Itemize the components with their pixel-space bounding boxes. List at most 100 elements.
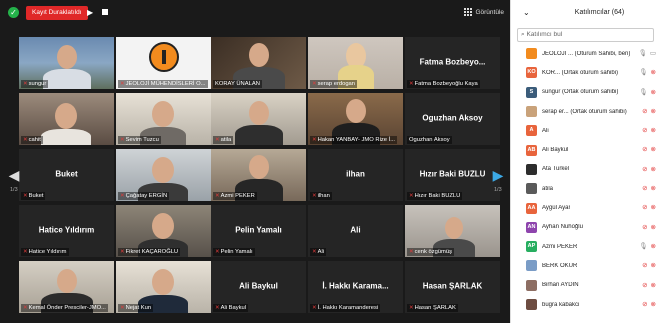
- participant-row[interactable]: A Ali ⊘ ⊗: [511, 121, 660, 140]
- view-button[interactable]: Görüntüle: [464, 8, 504, 16]
- video-tile[interactable]: ✕cahit: [19, 93, 114, 145]
- video-tile[interactable]: Ali ✕Ali: [308, 205, 403, 257]
- mic-muted-icon: ✕: [409, 193, 414, 199]
- tile-label: KORAY ÜNALAN: [213, 80, 262, 88]
- mic-muted-icon: ⊘: [642, 146, 648, 154]
- participant-row[interactable]: BERK OKUR ⊘ ⊗: [511, 256, 660, 275]
- video-tile[interactable]: ✕cenk özgümüş: [405, 205, 500, 257]
- mic-muted-icon: ✕: [120, 137, 125, 143]
- stop-recording-icon[interactable]: [102, 9, 108, 15]
- video-tile[interactable]: Hatice Yıldırım ✕Hatice Yıldırım: [19, 205, 114, 257]
- video-tile[interactable]: ✕sungur: [19, 37, 114, 89]
- participant-status-icons: ⊘ ⊗: [642, 145, 656, 153]
- avatar: [526, 299, 537, 310]
- search-icon: ⌕: [521, 31, 525, 38]
- recording-status-button[interactable]: Kayıt Duraklatıldı: [26, 6, 88, 20]
- video-tile[interactable]: Hızır Baki BUZLU ✕Hızır Baki BUZLU: [405, 149, 500, 201]
- video-tile[interactable]: Oguzhan Aksoy Oguzhan Aksoy: [405, 93, 500, 145]
- avatar: [526, 106, 537, 118]
- resume-recording-icon[interactable]: ▶: [87, 8, 93, 18]
- mic-muted-icon: ✕: [120, 249, 125, 255]
- participant-search-input[interactable]: ⌕ Katılımcı bul: [517, 28, 654, 42]
- mic-muted-icon: ✕: [120, 81, 125, 87]
- avatar: [526, 260, 537, 272]
- participant-name: İ. Hakkı Karama...: [322, 281, 389, 291]
- participant-row[interactable]: Ssungur (Ortak oturum sahibi) 🎙 ⊗: [511, 83, 660, 102]
- video-tile[interactable]: Ali Baykul ✕Ali Baykul: [211, 261, 306, 313]
- video-tile[interactable]: ✕Kemal Önder Presciler-JMO...: [19, 261, 114, 313]
- participant-name: Pelin Yamalı: [235, 225, 282, 235]
- next-page-arrow-icon[interactable]: ▶: [491, 165, 505, 185]
- mic-muted-icon: ✕: [215, 137, 220, 143]
- participant-row[interactable]: bugra kabakci ⊘ ⊗: [511, 295, 660, 314]
- avatar: S: [526, 86, 537, 98]
- mic-muted-icon: ⊘: [642, 165, 648, 173]
- tile-label: ✕Sevim Tuzcu: [118, 136, 161, 144]
- participant-row[interactable]: serap er... (Ortak oturum sahibi) ⊘ ⊗: [511, 102, 660, 121]
- camera-icon: ▭: [649, 50, 656, 57]
- tile-label: ✕Azmi PEKER: [213, 192, 257, 200]
- participant-name: JEOLOJİ ... (Oturum Sahibi, ben): [542, 50, 631, 57]
- video-tile[interactable]: ✕Çağatay ERGİN: [116, 149, 211, 201]
- video-tile[interactable]: ✕JEOLOJİ MÜHENDİSLERİ O...: [116, 37, 211, 89]
- participant-row[interactable]: AN Ayhan Nuhoğlu ⊘ ⊗: [511, 218, 660, 237]
- mic-muted-icon: ✕: [312, 249, 317, 255]
- page-indicator-left: 1/3: [10, 187, 18, 193]
- participant-status-icons: ⊘ ⊗: [642, 126, 656, 134]
- mic-muted-icon: ✕: [312, 137, 317, 143]
- camera-off-icon: ⊗: [650, 223, 656, 231]
- video-tile[interactable]: ✕Sevim Tuzcu: [116, 93, 211, 145]
- participant-status-icons: ⊘ ⊗: [642, 165, 656, 173]
- participant-name: atila: [542, 185, 554, 192]
- participant-row[interactable]: KO KOR... (Ortak oturum sahibi) 🎙 ⊗: [511, 63, 660, 82]
- camera-off-icon: ⊗: [650, 204, 656, 212]
- tile-label: ✕İ. Hakkı Karamanderesi: [310, 304, 381, 312]
- page-indicator-right: 1/3: [494, 187, 502, 193]
- participant-status-icons: ⊘ ⊗: [642, 203, 656, 211]
- tile-label: ✕Buket: [21, 192, 46, 200]
- avatar: A: [526, 125, 537, 137]
- mic-icon: 🎙: [638, 50, 647, 57]
- video-tile-active-speaker[interactable]: KORAY ÜNALAN: [211, 37, 306, 89]
- tile-label: ✕Hatice Yıldırım: [21, 248, 69, 256]
- participant-row[interactable]: AP Azmi PEKER 🎙 ⊗: [511, 237, 660, 256]
- video-tile[interactable]: ✕Azmi PEKER: [211, 149, 306, 201]
- participant-row[interactable]: AA Aygül Ayar ⊘ ⊗: [511, 198, 660, 217]
- participant-row[interactable]: Birhan AYDIN ⊘ ⊗: [511, 276, 660, 295]
- previous-page-arrow-icon[interactable]: ◀: [7, 165, 21, 185]
- chevron-down-icon[interactable]: ⌄: [523, 8, 530, 17]
- avatar: AA: [526, 202, 537, 214]
- video-tile[interactable]: Hasan ŞARLAK ✕Hasan ŞARLAK: [405, 261, 500, 313]
- tile-label: ✕Hakan YANBAY- JMO Rize İ...: [310, 136, 398, 144]
- video-tile[interactable]: İ. Hakkı Karama... ✕İ. Hakkı Karamandere…: [308, 261, 403, 313]
- participant-name: sungur (Ortak oturum sahibi): [542, 89, 619, 96]
- participant-status-icons: ⊘ ⊗: [642, 107, 656, 115]
- participant-status-icons: 🎙 ⊗: [639, 68, 656, 76]
- video-tile[interactable]: Pelin Yamalı ✕Pelin Yamalı: [211, 205, 306, 257]
- participant-name: Oguzhan Aksoy: [422, 113, 483, 123]
- participant-row[interactable]: atila ⊘ ⊗: [511, 179, 660, 198]
- video-tile[interactable]: Buket ✕Buket: [19, 149, 114, 201]
- video-tile[interactable]: ilhan ✕ilhan: [308, 149, 403, 201]
- mic-muted-icon: ⊘: [642, 127, 648, 135]
- tile-label: ✕serap erdogan: [310, 80, 357, 88]
- tile-label: ✕Ali Baykul: [213, 304, 249, 312]
- security-shield-icon[interactable]: ✓: [8, 7, 19, 18]
- mic-muted-icon: ⊘: [642, 204, 648, 212]
- participants-panel: ⌄ Katılımcılar (64) ⌕ Katılımcı bul JEOL…: [510, 0, 660, 323]
- participant-row[interactable]: JEOLOJİ ... (Oturum Sahibi, ben) 🎙 ▭: [511, 44, 660, 63]
- mic-icon: 🎙: [639, 242, 648, 250]
- participant-name: Aygül Ayar: [542, 205, 571, 212]
- video-tile[interactable]: Fatma Bozbeyo... ✕Fatma Bozbeyoğlu Kaya: [405, 37, 500, 89]
- participant-row[interactable]: Ata Turkel ⊘ ⊗: [511, 160, 660, 179]
- video-tile[interactable]: ✕Hakan YANBAY- JMO Rize İ...: [308, 93, 403, 145]
- video-tile[interactable]: ✕Nejat Kun: [116, 261, 211, 313]
- video-tile[interactable]: ✕atila: [211, 93, 306, 145]
- video-tile[interactable]: ✕Fikret KAÇAROĞLU: [116, 205, 211, 257]
- video-tile[interactable]: ✕serap erdogan: [308, 37, 403, 89]
- participant-name: bugra kabakci: [542, 301, 580, 308]
- avatar: [526, 163, 537, 175]
- tile-label: ✕cahit: [21, 136, 43, 144]
- participant-name: Hasan ŞARLAK: [422, 281, 483, 291]
- participant-row[interactable]: AB Ali Baykul ⊘ ⊗: [511, 140, 660, 159]
